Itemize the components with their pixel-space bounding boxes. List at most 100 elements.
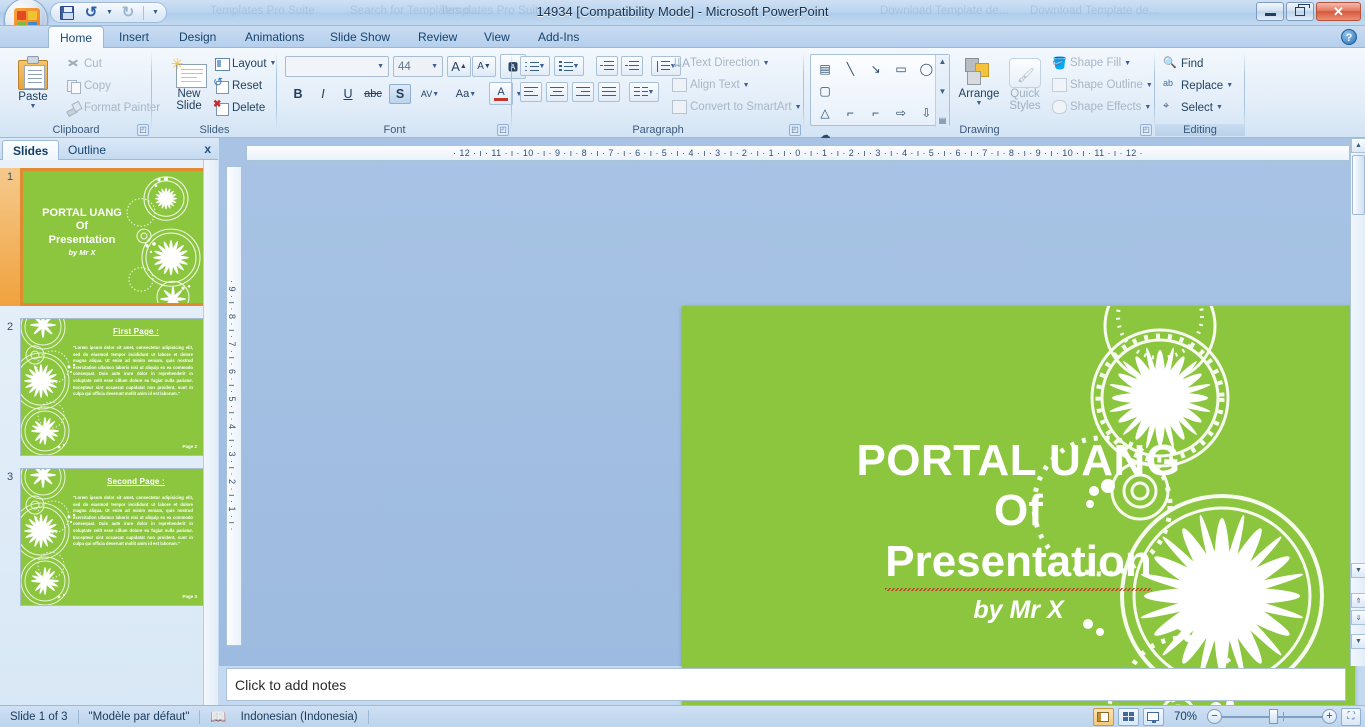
select-button[interactable]: ⌖ Select ▼ xyxy=(1163,100,1223,115)
view-slide-sorter-button[interactable] xyxy=(1117,707,1139,726)
text-shadow-button[interactable]: S xyxy=(389,84,411,104)
shape-effects-button[interactable]: Shape Effects ▼ xyxy=(1052,100,1151,114)
grow-font-button[interactable]: A ▲ xyxy=(447,56,471,77)
tab-add-ins[interactable]: Add-Ins xyxy=(527,26,590,48)
shape-right-arrow-icon[interactable]: ⇨ xyxy=(890,102,912,124)
decrease-indent-button[interactable] xyxy=(596,56,618,76)
increase-indent-button[interactable] xyxy=(621,56,643,76)
shape-textbox-icon[interactable]: ▤ xyxy=(814,58,836,80)
view-normal-button[interactable] xyxy=(1092,707,1114,726)
vertical-ruler[interactable]: · 9 · ı · 8 · ı · 7 · ı · 6 · ı · 5 · ı … xyxy=(226,166,242,646)
drawing-dialog-launcher[interactable]: ◰ xyxy=(1140,124,1152,136)
clipboard-dialog-launcher[interactable]: ◰ xyxy=(137,124,149,136)
character-spacing-button[interactable]: AV ▼ xyxy=(413,84,447,104)
notes-pane[interactable]: Click to add notes xyxy=(226,668,1346,701)
save-button[interactable] xyxy=(57,4,77,22)
view-slide-show-button[interactable] xyxy=(1142,707,1164,726)
copy-button[interactable]: Copy xyxy=(66,78,111,94)
shape-fill-button[interactable]: 🪣 Shape Fill ▼ xyxy=(1052,56,1131,70)
arrange-button[interactable]: Arrange ▼ xyxy=(956,54,1002,128)
paragraph-dialog-launcher[interactable]: ◰ xyxy=(789,124,801,136)
tab-review[interactable]: Review xyxy=(407,26,468,48)
customize-qat-button[interactable]: ▼ xyxy=(149,4,162,22)
shape-line-icon[interactable]: ╲ xyxy=(839,58,861,80)
font-size-input[interactable]: 44 ▼ xyxy=(393,56,443,77)
italic-button[interactable]: I xyxy=(312,84,334,104)
bullets-button[interactable]: ▼ xyxy=(520,56,550,76)
tab-insert[interactable]: Insert xyxy=(108,26,160,48)
align-left-button[interactable] xyxy=(520,82,542,102)
font-dialog-launcher[interactable]: ◰ xyxy=(497,124,509,136)
list-item[interactable]: 3 Second Page: "Lorem ipsum dolor sit a… xyxy=(0,468,217,606)
shape-triangle-icon[interactable]: △ xyxy=(814,102,836,124)
close-pane-icon[interactable]: x xyxy=(204,142,211,156)
restore-button[interactable] xyxy=(1286,2,1314,21)
slide-thumbnail-1[interactable]: PORTAL UANG Of Presentation by Mr X xyxy=(20,168,206,306)
quick-styles-button[interactable]: 🖌 Quick Styles xyxy=(1002,54,1048,128)
slides-pane[interactable]: 1 PORTAL UANG Of Presentation by Mr X 2 … xyxy=(0,160,218,705)
scroll-up-icon[interactable]: ▲ xyxy=(939,57,947,66)
shape-rectangle-icon[interactable]: ▭ xyxy=(890,58,912,80)
help-icon[interactable]: ? xyxy=(1341,29,1357,45)
slide-edit-area[interactable]: PORTAL UANG Of Presentation by Mr X xyxy=(219,138,1355,727)
shape-elbow-arrow-icon[interactable]: ⌐ xyxy=(865,102,887,124)
replace-button[interactable]: ab Replace ▼ xyxy=(1163,78,1233,93)
numbering-button[interactable]: ▼ xyxy=(554,56,584,76)
zoom-out-button[interactable]: − xyxy=(1207,709,1222,724)
format-painter-button[interactable]: Format Painter xyxy=(66,100,160,115)
fit-to-window-button[interactable]: ⛶ xyxy=(1341,707,1361,726)
tab-animations[interactable]: Animations xyxy=(234,26,315,48)
underline-button[interactable]: U xyxy=(337,84,359,104)
font-color-button[interactable]: A xyxy=(489,82,513,105)
cut-button[interactable]: Cut xyxy=(66,56,102,71)
justify-button[interactable] xyxy=(598,82,620,102)
shapes-scrollbar[interactable]: ▲ ▼ ▤ xyxy=(935,55,949,127)
tab-home[interactable]: Home xyxy=(48,26,105,49)
list-item[interactable]: 2 First Page: "Lorem ipsum dolor sit am… xyxy=(0,318,217,456)
scroll-down-icon[interactable]: ▼ xyxy=(939,87,947,96)
shape-outline-button[interactable]: Shape Outline ▼ xyxy=(1052,78,1153,92)
change-case-button[interactable]: Aa ▼ xyxy=(449,84,483,104)
delete-slide-button[interactable]: Delete xyxy=(213,99,265,116)
office-button[interactable] xyxy=(4,0,48,25)
close-button[interactable]: ✕ xyxy=(1316,2,1361,21)
scroll-end-icon[interactable]: ▼ xyxy=(1351,634,1365,649)
undo-button[interactable]: ↺ xyxy=(81,4,101,22)
convert-smartart-button[interactable]: Convert to SmartArt ▼ xyxy=(672,100,802,114)
slide-title-placeholder[interactable]: PORTAL UANG Of Presentation by Mr X xyxy=(682,436,1355,627)
zoom-slider[interactable]: − + xyxy=(1207,708,1337,726)
zoom-slider-handle[interactable] xyxy=(1269,709,1278,724)
slide-thumbnail-3[interactable]: Second Page : "Lorem ipsum dolor sit ame… xyxy=(20,468,206,606)
pane-tab-slides[interactable]: Slides xyxy=(2,140,60,160)
horizontal-ruler[interactable]: · 12 · ı · 11 · ı · 10 · ı · 9 · ı · 8 ·… xyxy=(246,145,1350,161)
tab-design[interactable]: Design xyxy=(168,26,227,48)
tab-slide-show[interactable]: Slide Show xyxy=(319,26,401,48)
shape-arrow-icon[interactable]: ↘ xyxy=(865,58,887,80)
shape-rounded-rect-icon[interactable]: ▢ xyxy=(814,80,836,102)
slides-pane-scrollbar[interactable] xyxy=(203,160,218,705)
new-slide-button[interactable]: ✳ New Slide xyxy=(160,54,218,128)
zoom-in-button[interactable]: + xyxy=(1322,709,1337,724)
columns-button[interactable]: ▼ xyxy=(629,82,659,102)
undo-dropdown[interactable]: ▼ xyxy=(105,4,114,22)
slide-thumbnail-2[interactable]: First Page : "Lorem ipsum dolor sit amet… xyxy=(20,318,206,456)
find-button[interactable]: 🔍 Find xyxy=(1163,56,1203,71)
scrollbar-thumb[interactable] xyxy=(1352,155,1365,215)
redo-button[interactable]: ↻ xyxy=(118,4,138,22)
minimize-button[interactable] xyxy=(1256,2,1284,21)
layout-button[interactable]: Layout ▼ xyxy=(214,56,276,71)
strikethrough-button[interactable]: abc xyxy=(362,84,384,104)
zoom-level[interactable]: 70% xyxy=(1168,711,1203,723)
align-center-button[interactable] xyxy=(546,82,568,102)
font-name-input[interactable]: ▼ xyxy=(285,56,389,77)
bold-button[interactable]: B xyxy=(287,84,309,104)
shapes-gallery[interactable]: ▤ ╲ ↘ ▭ ◯ ▢ △ ⌐ ⌐ ⇨ ⇩ ☁ ∿ ⌒ xyxy=(810,54,950,187)
spellcheck-icon[interactable]: 📖 xyxy=(210,709,226,725)
align-right-button[interactable] xyxy=(572,82,594,102)
pane-tab-outline[interactable]: Outline xyxy=(58,140,116,160)
align-text-button[interactable]: Align Text ▼ xyxy=(672,78,750,92)
slide-canvas[interactable]: PORTAL UANG Of Presentation by Mr X xyxy=(682,306,1355,727)
shape-elbow-connector-icon[interactable]: ⌐ xyxy=(839,102,861,124)
tab-view[interactable]: View xyxy=(473,26,521,48)
scroll-up-icon[interactable]: ▲ xyxy=(1351,138,1365,153)
